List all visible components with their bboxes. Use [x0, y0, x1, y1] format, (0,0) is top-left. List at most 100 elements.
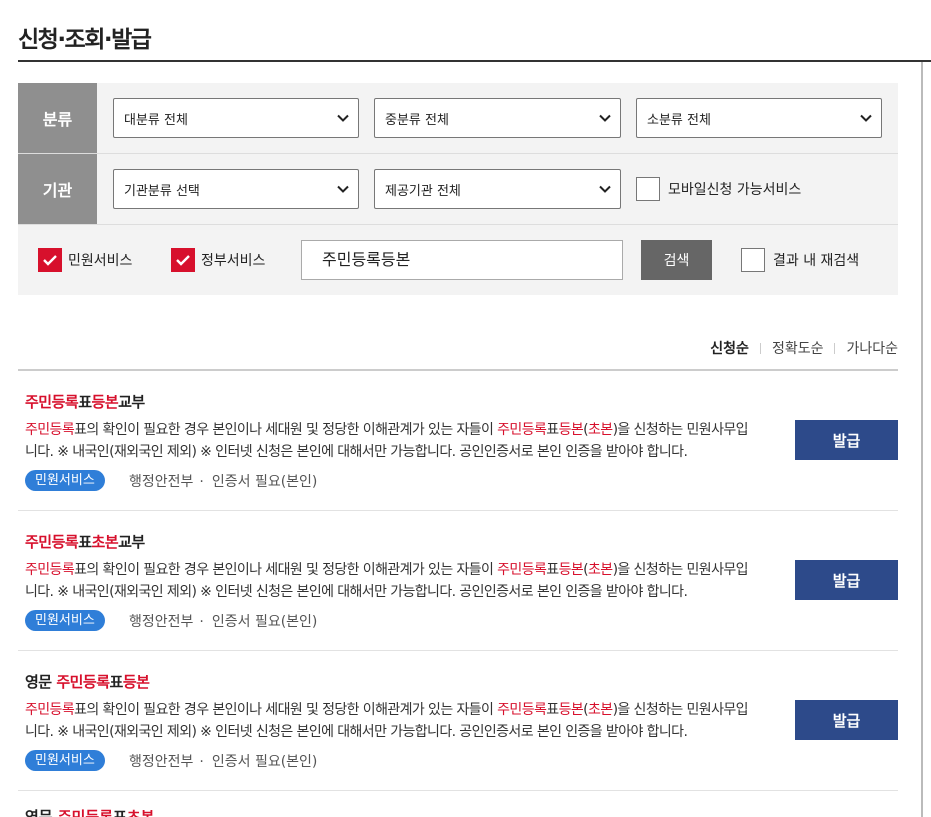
highlighted-text: 주민등록	[56, 673, 110, 691]
result-title[interactable]: 영문 주민등록표등본	[25, 671, 150, 692]
service-type-badge: 민원서비스	[25, 610, 105, 631]
highlighted-text: 초본	[126, 808, 155, 817]
result-item: 주민등록표초본교부 주민등록표의 확인이 필요한 경우 본인이나 세대원 및 정당…	[18, 511, 898, 651]
meta-separator: ·	[199, 614, 204, 630]
meta-separator: ·	[199, 474, 204, 490]
provider-agency-select[interactable]: 제공기관 전체	[374, 169, 621, 209]
highlighted-text: 등본	[558, 562, 584, 578]
provider-agency-value: 제공기관 전체	[385, 183, 461, 199]
issue-button[interactable]: 발급	[795, 560, 898, 600]
result-description: 주민등록표의 확인이 필요한 경우 본인이나 세대원 및 정당한 이해관계가 있…	[25, 559, 760, 603]
result-meta: 행정안전부 · 인증서 필요(본인)	[129, 471, 317, 491]
certificate-requirement: 인증서 필요(본인)	[211, 614, 318, 630]
page-title: 신청·조회·발급	[18, 27, 152, 53]
text-fragment: 교부	[118, 533, 145, 551]
minor-category-select[interactable]: 소분류 전체	[636, 98, 882, 138]
agency-name: 행정안전부	[129, 614, 194, 630]
search-within-results-checkbox[interactable]	[741, 248, 765, 272]
search-filter-panel: 분류 대분류 전체 중분류 전체 소분류 전체 기관 기관분류 선택 제공기관 …	[18, 83, 898, 295]
highlighted-text: 등본	[558, 702, 584, 718]
highlighted-text: 주민등록	[25, 393, 79, 411]
service-type-badge: 민원서비스	[25, 470, 105, 491]
major-category-select[interactable]: 대분류 전체	[113, 98, 359, 138]
highlighted-text: 주민등록	[25, 533, 79, 551]
text-fragment: 표	[109, 673, 124, 691]
certificate-requirement: 인증서 필요(본인)	[211, 754, 318, 770]
result-description: 주민등록표의 확인이 필요한 경우 본인이나 세대원 및 정당한 이해관계가 있…	[25, 699, 760, 743]
text-fragment: 표의 확인이 필요한 경우 본인이나 세대원 및 정당한 이해관계가 있는 자들…	[74, 702, 498, 718]
highlighted-text: 주민등록	[497, 702, 547, 718]
minor-category-value: 소분류 전체	[647, 112, 711, 128]
text-fragment: 표	[78, 533, 92, 551]
agency-label: 기관	[18, 154, 97, 224]
agency-filter-row: 기관 기관분류 선택 제공기관 전체 모바일신청 가능서비스	[18, 154, 898, 225]
highlighted-text: 주민등록	[25, 562, 75, 578]
mobile-only-label[interactable]: 모바일신청 가능서비스	[668, 179, 801, 199]
meta-separator: ·	[199, 754, 204, 770]
highlighted-text: 등본	[122, 673, 150, 691]
result-meta: 행정안전부 · 인증서 필요(본인)	[129, 751, 317, 771]
right-border	[921, 62, 923, 817]
issue-button[interactable]: 발급	[795, 420, 898, 460]
result-title-partial[interactable]: 영문 주민등록표초본	[25, 806, 154, 817]
result-title[interactable]: 주민등록표초본교부	[25, 531, 145, 552]
agency-name: 행정안전부	[129, 474, 194, 490]
agency-name: 행정안전부	[129, 754, 194, 770]
gov-service-checkbox[interactable]	[171, 248, 195, 272]
text-fragment: 표	[78, 393, 92, 411]
highlighted-text: 초본	[588, 562, 613, 578]
sort-separator	[759, 342, 761, 354]
highlighted-text: 주민등록	[25, 422, 75, 438]
text-fragment: 영문	[25, 673, 57, 691]
agency-type-select[interactable]: 기관분류 선택	[113, 169, 359, 209]
result-title[interactable]: 주민등록표등본교부	[25, 391, 145, 412]
middle-category-select[interactable]: 중분류 전체	[374, 98, 621, 138]
title-divider	[18, 60, 931, 62]
sort-options: 신청순 정확도순 가나다순	[710, 338, 898, 358]
highlighted-text: 등본	[91, 393, 119, 411]
sort-by-accuracy[interactable]: 정확도순	[772, 338, 824, 358]
gov-service-label[interactable]: 정부서비스	[201, 250, 265, 270]
result-meta: 행정안전부 · 인증서 필요(본인)	[129, 611, 317, 631]
highlighted-text: 초본	[588, 422, 613, 438]
civil-service-label[interactable]: 민원서비스	[68, 250, 132, 270]
chevron-down-icon	[599, 185, 611, 193]
service-type-badge: 민원서비스	[25, 750, 105, 771]
highlighted-text: 초본	[588, 702, 613, 718]
result-item: 주민등록표등본교부 주민등록표의 확인이 필요한 경우 본인이나 세대원 및 정당…	[18, 371, 898, 511]
civil-service-checkbox[interactable]	[38, 248, 62, 272]
sort-by-alphabetical[interactable]: 가나다순	[846, 338, 898, 358]
text-fragment: 표	[546, 422, 559, 438]
category-filter-row: 분류 대분류 전체 중분류 전체 소분류 전체	[18, 83, 898, 154]
text-fragment: 표	[546, 562, 559, 578]
checkmark-icon	[176, 255, 190, 266]
mobile-only-checkbox[interactable]	[636, 177, 660, 201]
result-item: 영문 주민등록표등본 주민등록표의 확인이 필요한 경우 본인이나 세대원 및 정…	[18, 651, 898, 791]
major-category-value: 대분류 전체	[124, 112, 188, 128]
category-label: 분류	[18, 83, 97, 153]
search-within-results-label[interactable]: 결과 내 재검색	[773, 250, 859, 270]
sort-separator	[834, 342, 836, 354]
checkmark-icon	[43, 255, 57, 266]
highlighted-text: 주민등록	[25, 702, 75, 718]
highlighted-text: 주민등록	[497, 422, 547, 438]
text-fragment: 교부	[118, 393, 145, 411]
text-fragment: 표의 확인이 필요한 경우 본인이나 세대원 및 정당한 이해관계가 있는 자들…	[74, 562, 498, 578]
search-input[interactable]: 주민등록등본	[301, 240, 623, 280]
text-fragment: 영문	[25, 808, 58, 817]
issue-button[interactable]: 발급	[795, 700, 898, 740]
sort-by-application[interactable]: 신청순	[710, 338, 749, 358]
highlighted-text: 등본	[558, 422, 584, 438]
highlighted-text: 초본	[91, 533, 119, 551]
chevron-down-icon	[599, 114, 611, 122]
text-fragment: 표	[113, 808, 127, 817]
result-description: 주민등록표의 확인이 필요한 경우 본인이나 세대원 및 정당한 이해관계가 있…	[25, 419, 760, 463]
highlighted-text: 주민등록	[497, 562, 547, 578]
result-divider	[18, 790, 898, 791]
row-divider	[18, 224, 898, 225]
chevron-down-icon	[337, 185, 349, 193]
agency-type-value: 기관분류 선택	[124, 183, 200, 199]
search-button[interactable]: 검색	[641, 240, 712, 280]
middle-category-value: 중분류 전체	[385, 112, 449, 128]
text-fragment: 표	[546, 702, 559, 718]
